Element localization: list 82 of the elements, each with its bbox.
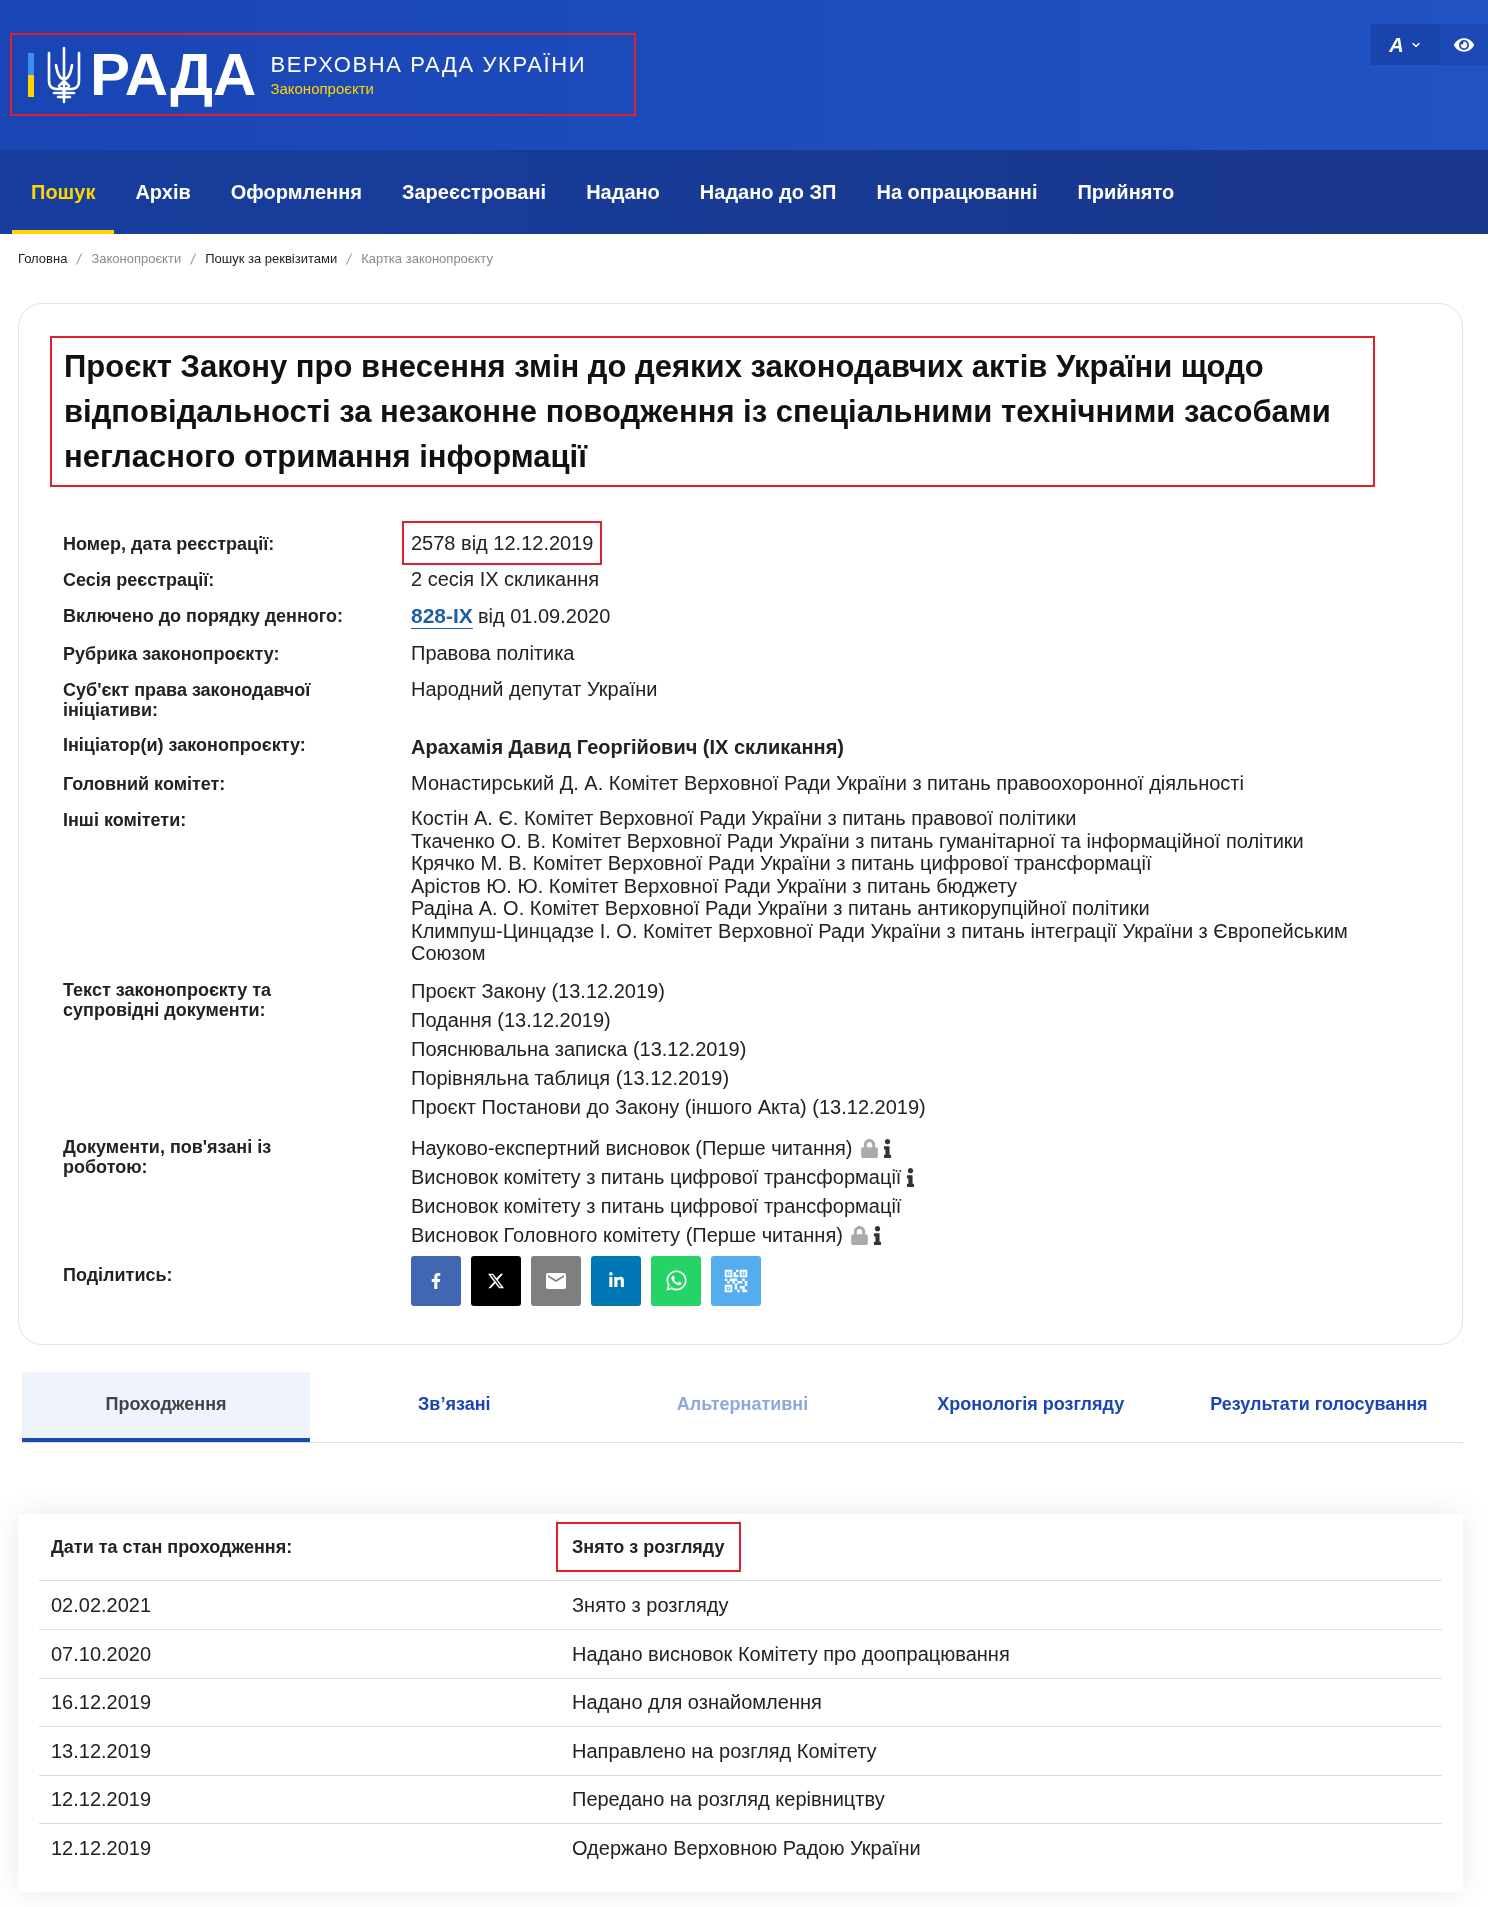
column-header: Знято з розгляду [556,1521,741,1572]
table-cell-text: 12.12.2019 [50,1835,153,1861]
whatsapp-icon [664,1269,688,1292]
document-link[interactable]: Проєкт Постанови до Закону (іншого Акта) (13.12.2019) [411,1095,926,1119]
table-cell-text: Передано на розгляд керівництву [571,1787,886,1813]
field-value: від 01.09.2020 [477,604,611,629]
share-button[interactable] [471,1255,521,1306]
table-cell-text: Знято з розгляду [571,1592,730,1618]
breadcrumb-item[interactable]: Картка законопроєкту [361,249,493,269]
nav-item[interactable]: Зареєстровані [382,150,566,234]
table-cell-text: Направлено на розгляд Комітету [571,1738,878,1764]
logo-wordmark: РАДА [90,44,257,105]
site-title: ВЕРХОВНА РАДА УКРАЇНИ [270,50,587,79]
eye-icon [1453,35,1475,54]
field-label: Номер, дата реєстрації: [63,533,276,555]
committee-item: Радіна А. О. Комітет Верховної Ради України з питань антикорупційної політики [411,897,1151,920]
site-subtitle: Законопроєкти [270,78,375,99]
nav-item[interactable]: Оформлення [211,150,381,234]
breadcrumb-item[interactable]: Законопроєкти [91,249,182,269]
breadcrumb-item[interactable]: Головна [18,249,68,269]
document-link[interactable]: Висновок комітету з питань цифрової трансформації [411,1165,902,1189]
field-label: Включено до порядку денного: [63,605,345,628]
agenda-link[interactable]: 828-IX [411,603,473,629]
field-value: Народний депутат України [411,677,659,702]
field-label: Головний комітет: [63,773,227,795]
nav-item[interactable]: Архів [116,150,210,234]
document-link[interactable]: Висновок Головного комітету (Перше читання) [411,1223,843,1247]
committee-item: Ткаченко О. В. Комітет Верховної Ради України з питань гуманітарної та інформаційної політики [411,829,1305,852]
committee-item: Климпуш-Цинцадзе І. О. Комітет Верховної Ради України з питань інтеграції України з Європейським Союзом [411,919,1349,965]
nav-item[interactable]: Пошук [12,150,115,234]
field-label: Текст законопроєкту та супровідні документи: [63,978,272,1022]
breadcrumb-separator-icon [76,253,83,265]
tab[interactable]: Проходження [22,1371,311,1442]
field-label: Рубрика законопроєкту: [63,643,281,665]
tab[interactable]: Результати голосування [1174,1371,1463,1442]
field-label: Поділитись: [63,1263,174,1287]
tab[interactable]: Зв’язані [310,1371,599,1442]
nav-item[interactable]: Прийнято [1058,150,1194,234]
info-icon[interactable] [882,1138,892,1158]
field-label: Сесія реєстрації: [63,569,216,591]
table-cell-text: 02.02.2021 [50,1592,153,1618]
committee-item: Костін А. Є. Комітет Верховної Ради України з питань правової політики [411,807,1078,830]
tab[interactable]: Хронологія розгляду [886,1371,1175,1442]
info-icon[interactable] [906,1167,916,1187]
table-cell-text: 13.12.2019 [50,1738,153,1764]
nav-item[interactable]: Надано [567,150,679,234]
table-cell-text: Одержано Верховною Радою України [571,1835,922,1861]
font-size-button[interactable]: A [1371,24,1440,65]
document-link[interactable]: Подання (13.12.2019) [411,1008,611,1032]
table-cell-text: Надано для ознайомлення [571,1690,823,1716]
field-value: Монастирський Д. А. Комітет Верховної Ради України з питань правоохоронної діяльності [411,771,1245,795]
linkedin-icon [607,1272,625,1289]
nav-item[interactable]: На опрацюванні [857,150,1057,234]
field-label: Ініціатор(и) законопроєкту: [63,734,307,757]
info-icon[interactable] [872,1225,882,1245]
flag-stripe-icon [28,52,34,97]
breadcrumb-item[interactable]: Пошук за реквізитами [205,249,338,269]
field-label: Інші комітети: [63,809,188,832]
field-value: Арахамія Давид Георгійович (IX скликання) [411,735,845,759]
nav-item[interactable]: Надано до ЗП [680,150,856,234]
document-link[interactable]: Порівняльна таблиця (13.12.2019) [411,1066,730,1090]
table-cell-text: 12.12.2019 [50,1787,153,1813]
field-label: Документи, пов'язані із роботою: [63,1135,273,1179]
document-link[interactable]: Пояснювальна записка (13.12.2019) [411,1037,747,1061]
document-link[interactable]: Проєкт Закону (13.12.2019) [411,979,665,1003]
field-label: Суб'єкт права законодавчої ініціативи: [63,679,312,720]
table-cell-text: 07.10.2020 [50,1641,153,1667]
breadcrumb-separator-icon [190,253,197,265]
committee-item: Крячко М. В. Комітет Верховної Ради України з питань цифрової трансформації [411,852,1153,875]
document-link[interactable]: Висновок комітету з питань цифрової трансформації [411,1194,902,1218]
breadcrumb-separator-icon [346,253,353,265]
view-mode-button[interactable] [1440,24,1488,65]
column-header: Дати та стан проходження: [51,1535,293,1558]
document-link[interactable]: Науково-експертний висновок (Перше читання) [411,1136,853,1160]
committee-item: Арістов Ю. Ю. Комітет Верховної Ради України з питань бюджету [411,874,1019,897]
field-value: 2 сесія IX скликання [411,567,601,591]
bill-title: Проєкт Закону про внесення змін до деяких законодавчих актів України щодо відповідальності за незаконне поводження із спеціальними технічними засобами негласного отримання інформації [50,336,1375,487]
x-logo-icon [487,1271,505,1290]
table-cell-text: 16.12.2019 [50,1690,153,1716]
field-value: 2578 від 12.12.2019 [402,521,603,565]
table-cell-text: Надано висновок Комітету про доопрацювання [571,1641,1011,1667]
field-value: Правова політика [411,641,576,665]
